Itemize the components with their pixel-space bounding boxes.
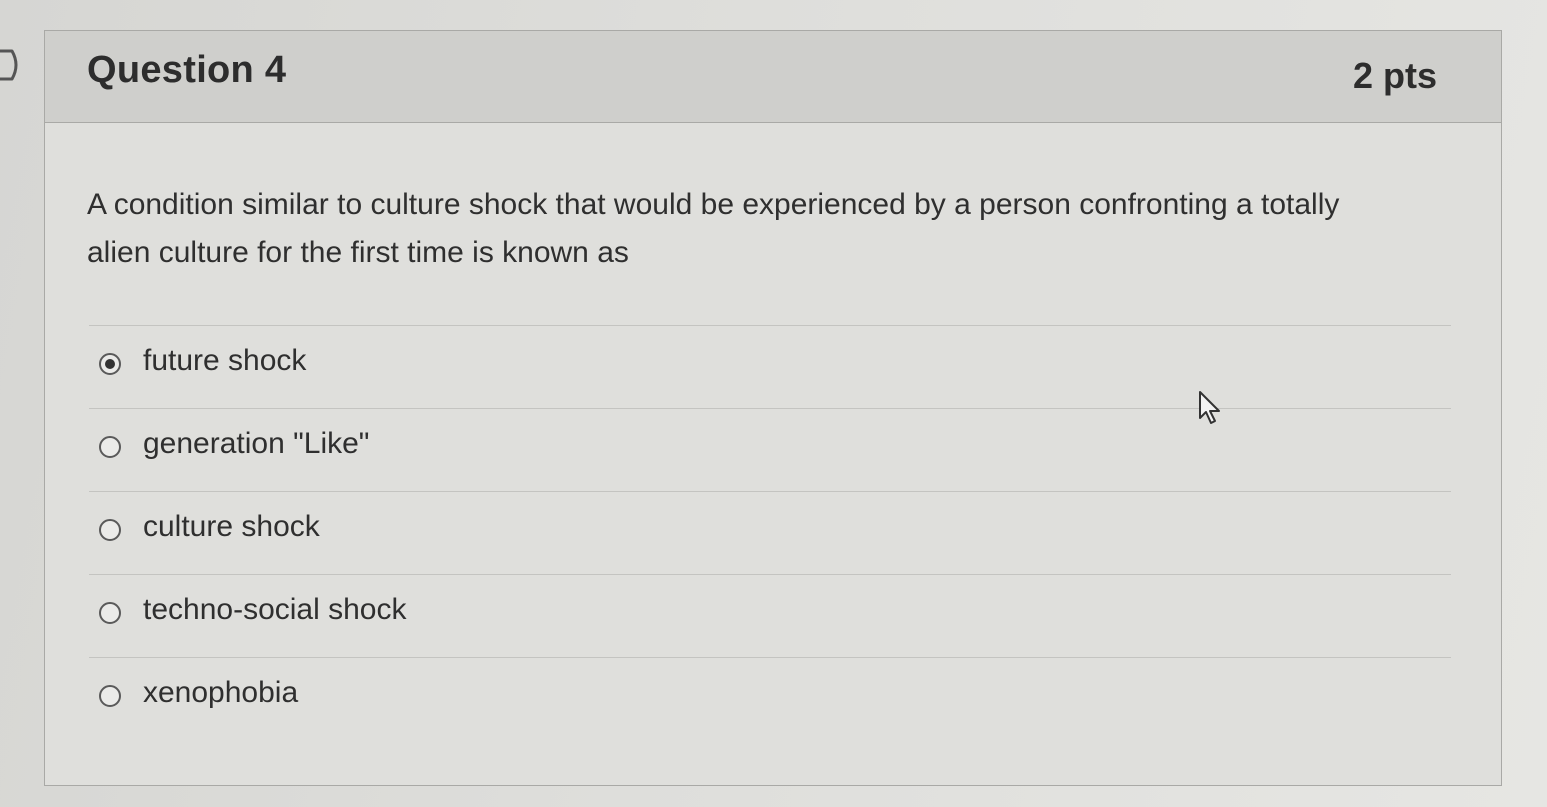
radio-selected-icon[interactable] — [99, 353, 121, 375]
question-points: 2 pts — [1352, 55, 1437, 96]
mouse-cursor-icon — [1199, 391, 1220, 424]
radio-unselected-icon[interactable] — [99, 436, 121, 458]
radio-unselected-icon[interactable] — [99, 685, 121, 707]
question-header: Question 4 2 pts — [45, 31, 1501, 123]
answer-option[interactable]: future shock — [89, 325, 1451, 408]
radio-unselected-icon[interactable] — [99, 602, 121, 624]
answer-option[interactable]: generation "Like" — [89, 408, 1451, 491]
chevron-right-icon[interactable] — [0, 48, 24, 82]
answer-list: future shock generation "Like" culture s… — [89, 325, 1451, 740]
radio-unselected-icon[interactable] — [99, 519, 121, 541]
answer-option[interactable]: xenophobia — [89, 657, 1451, 740]
answer-label[interactable]: xenophobia — [143, 676, 298, 710]
answer-label[interactable]: culture shock — [143, 510, 320, 544]
question-text: A condition similar to culture shock tha… — [87, 188, 1340, 269]
answer-label[interactable]: future shock — [143, 344, 306, 378]
question-card: Question 4 2 pts A condition similar to … — [44, 30, 1502, 786]
answer-label[interactable]: techno-social shock — [143, 593, 406, 627]
question-title: Question 4 — [87, 49, 287, 91]
answer-option[interactable]: culture shock — [89, 491, 1451, 574]
answer-option[interactable]: techno-social shock — [89, 574, 1451, 657]
answer-label[interactable]: generation "Like" — [143, 427, 369, 461]
quiz-page: Question 4 2 pts A condition similar to … — [0, 0, 1547, 807]
